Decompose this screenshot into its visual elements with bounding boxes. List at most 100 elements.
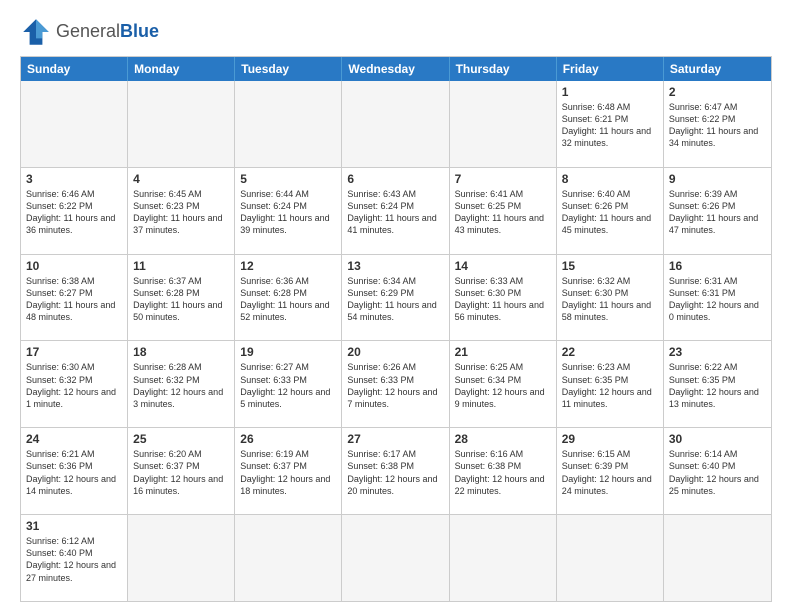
day-info: Sunrise: 6:41 AM Sunset: 6:25 PM Dayligh… (455, 188, 551, 237)
day-info: Sunrise: 6:33 AM Sunset: 6:30 PM Dayligh… (455, 275, 551, 324)
day-info: Sunrise: 6:20 AM Sunset: 6:37 PM Dayligh… (133, 448, 229, 497)
day-info: Sunrise: 6:14 AM Sunset: 6:40 PM Dayligh… (669, 448, 766, 497)
day-info: Sunrise: 6:48 AM Sunset: 6:21 PM Dayligh… (562, 101, 658, 150)
calendar-cell (450, 515, 557, 601)
calendar-cell: 23 Sunrise: 6:22 AM Sunset: 6:35 PM Dayli… (664, 341, 771, 427)
day-info: Sunrise: 6:32 AM Sunset: 6:30 PM Dayligh… (562, 275, 658, 324)
calendar-header: SundayMondayTuesdayWednesdayThursdayFrid… (21, 57, 771, 81)
calendar-row-0: 1 Sunrise: 6:48 AM Sunset: 6:21 PM Daylig… (21, 81, 771, 167)
calendar-cell: 7Sunrise: 6:41 AM Sunset: 6:25 PM Daylig… (450, 168, 557, 254)
calendar-cell: 8 Sunrise: 6:40 AM Sunset: 6:26 PM Daylig… (557, 168, 664, 254)
day-number: 23 (669, 345, 766, 359)
calendar-cell: 31 Sunrise: 6:12 AM Sunset: 6:40 PM Dayli… (21, 515, 128, 601)
day-info: Sunrise: 6:31 AM Sunset: 6:31 PM Dayligh… (669, 275, 766, 324)
day-number: 2 (669, 85, 766, 99)
day-number: 31 (26, 519, 122, 533)
day-info: Sunrise: 6:12 AM Sunset: 6:40 PM Dayligh… (26, 535, 122, 584)
day-number: 22 (562, 345, 658, 359)
calendar-cell: 1 Sunrise: 6:48 AM Sunset: 6:21 PM Daylig… (557, 81, 664, 167)
header-cell-saturday: Saturday (664, 57, 771, 81)
header-cell-friday: Friday (557, 57, 664, 81)
header: GeneralBlue (20, 16, 772, 48)
calendar-cell: 5 Sunrise: 6:44 AM Sunset: 6:24 PM Daylig… (235, 168, 342, 254)
calendar-cell: 20 Sunrise: 6:26 AM Sunset: 6:33 PM Dayli… (342, 341, 449, 427)
calendar-row-5: 31 Sunrise: 6:12 AM Sunset: 6:40 PM Dayli… (21, 514, 771, 601)
calendar-cell (450, 81, 557, 167)
calendar-cell: 26 Sunrise: 6:19 AM Sunset: 6:37 PM Dayli… (235, 428, 342, 514)
day-info: Sunrise: 6:45 AM Sunset: 6:23 PM Dayligh… (133, 188, 229, 237)
calendar-cell (342, 515, 449, 601)
calendar-cell: 18 Sunrise: 6:28 AM Sunset: 6:32 PM Dayli… (128, 341, 235, 427)
day-info: Sunrise: 6:23 AM Sunset: 6:35 PM Dayligh… (562, 361, 658, 410)
day-number: 8 (562, 172, 658, 186)
day-info: Sunrise: 6:38 AM Sunset: 6:27 PM Dayligh… (26, 275, 122, 324)
page: GeneralBlue SundayMondayTuesdayWednesday… (0, 0, 792, 612)
calendar-cell: 4Sunrise: 6:45 AM Sunset: 6:23 PM Daylig… (128, 168, 235, 254)
calendar-cell (342, 81, 449, 167)
calendar-cell: 30 Sunrise: 6:14 AM Sunset: 6:40 PM Dayli… (664, 428, 771, 514)
calendar-cell: 10 Sunrise: 6:38 AM Sunset: 6:27 PM Dayli… (21, 255, 128, 341)
calendar-cell: 21 Sunrise: 6:25 AM Sunset: 6:34 PM Dayli… (450, 341, 557, 427)
day-number: 29 (562, 432, 658, 446)
header-cell-wednesday: Wednesday (342, 57, 449, 81)
day-number: 6 (347, 172, 443, 186)
day-number: 21 (455, 345, 551, 359)
header-cell-thursday: Thursday (450, 57, 557, 81)
day-number: 20 (347, 345, 443, 359)
day-number: 1 (562, 85, 658, 99)
day-info: Sunrise: 6:46 AM Sunset: 6:22 PM Dayligh… (26, 188, 122, 237)
logo: GeneralBlue (20, 16, 159, 48)
calendar-row-1: 3Sunrise: 6:46 AM Sunset: 6:22 PM Daylig… (21, 167, 771, 254)
day-info: Sunrise: 6:25 AM Sunset: 6:34 PM Dayligh… (455, 361, 551, 410)
header-cell-monday: Monday (128, 57, 235, 81)
calendar-body: 1 Sunrise: 6:48 AM Sunset: 6:21 PM Daylig… (21, 81, 771, 601)
day-info: Sunrise: 6:44 AM Sunset: 6:24 PM Dayligh… (240, 188, 336, 237)
day-number: 25 (133, 432, 229, 446)
day-number: 15 (562, 259, 658, 273)
day-number: 26 (240, 432, 336, 446)
header-cell-tuesday: Tuesday (235, 57, 342, 81)
day-info: Sunrise: 6:47 AM Sunset: 6:22 PM Dayligh… (669, 101, 766, 150)
calendar-cell: 13 Sunrise: 6:34 AM Sunset: 6:29 PM Dayli… (342, 255, 449, 341)
day-number: 28 (455, 432, 551, 446)
calendar-cell (557, 515, 664, 601)
header-cell-sunday: Sunday (21, 57, 128, 81)
calendar-cell: 17Sunrise: 6:30 AM Sunset: 6:32 PM Dayli… (21, 341, 128, 427)
day-info: Sunrise: 6:37 AM Sunset: 6:28 PM Dayligh… (133, 275, 229, 324)
day-number: 16 (669, 259, 766, 273)
day-number: 14 (455, 259, 551, 273)
day-info: Sunrise: 6:40 AM Sunset: 6:26 PM Dayligh… (562, 188, 658, 237)
logo-icon (20, 16, 52, 48)
day-info: Sunrise: 6:19 AM Sunset: 6:37 PM Dayligh… (240, 448, 336, 497)
day-number: 9 (669, 172, 766, 186)
calendar-cell: 19Sunrise: 6:27 AM Sunset: 6:33 PM Dayli… (235, 341, 342, 427)
calendar-cell (664, 515, 771, 601)
calendar: SundayMondayTuesdayWednesdayThursdayFrid… (20, 56, 772, 602)
calendar-cell: 25 Sunrise: 6:20 AM Sunset: 6:37 PM Dayli… (128, 428, 235, 514)
calendar-cell: 28Sunrise: 6:16 AM Sunset: 6:38 PM Dayli… (450, 428, 557, 514)
logo-text: GeneralBlue (56, 22, 159, 42)
day-number: 30 (669, 432, 766, 446)
day-info: Sunrise: 6:26 AM Sunset: 6:33 PM Dayligh… (347, 361, 443, 410)
day-number: 19 (240, 345, 336, 359)
calendar-cell: 3Sunrise: 6:46 AM Sunset: 6:22 PM Daylig… (21, 168, 128, 254)
day-info: Sunrise: 6:22 AM Sunset: 6:35 PM Dayligh… (669, 361, 766, 410)
calendar-cell (235, 81, 342, 167)
day-info: Sunrise: 6:17 AM Sunset: 6:38 PM Dayligh… (347, 448, 443, 497)
day-number: 5 (240, 172, 336, 186)
calendar-cell: 29 Sunrise: 6:15 AM Sunset: 6:39 PM Dayli… (557, 428, 664, 514)
day-number: 13 (347, 259, 443, 273)
day-info: Sunrise: 6:34 AM Sunset: 6:29 PM Dayligh… (347, 275, 443, 324)
calendar-cell: 9Sunrise: 6:39 AM Sunset: 6:26 PM Daylig… (664, 168, 771, 254)
day-info: Sunrise: 6:43 AM Sunset: 6:24 PM Dayligh… (347, 188, 443, 237)
calendar-row-2: 10 Sunrise: 6:38 AM Sunset: 6:27 PM Dayli… (21, 254, 771, 341)
calendar-cell (128, 515, 235, 601)
calendar-row-4: 24Sunrise: 6:21 AM Sunset: 6:36 PM Dayli… (21, 427, 771, 514)
day-info: Sunrise: 6:28 AM Sunset: 6:32 PM Dayligh… (133, 361, 229, 410)
day-info: Sunrise: 6:15 AM Sunset: 6:39 PM Dayligh… (562, 448, 658, 497)
day-number: 12 (240, 259, 336, 273)
day-number: 10 (26, 259, 122, 273)
day-number: 11 (133, 259, 229, 273)
day-number: 17 (26, 345, 122, 359)
day-number: 18 (133, 345, 229, 359)
